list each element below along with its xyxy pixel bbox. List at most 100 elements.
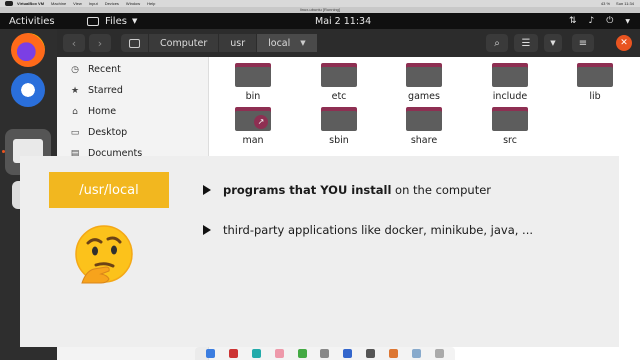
sidebar-item-label: Recent (88, 64, 121, 75)
folder-icon (235, 63, 271, 87)
folder-name: sbin (329, 135, 349, 146)
app-icon[interactable] (389, 349, 399, 358)
files-app-menu[interactable]: Files ▼ (87, 16, 137, 27)
folder-item-etc[interactable]: etc (309, 63, 369, 102)
mac-menu-machine[interactable]: Machine (51, 1, 66, 6)
folder-item-games[interactable]: games (394, 63, 454, 102)
finder-icon[interactable] (205, 349, 215, 358)
mac-menu-input[interactable]: Input (89, 1, 98, 6)
activities-button[interactable]: Activities (9, 16, 61, 27)
explanation-slide: /usr/local programs that YOU install on … (20, 156, 619, 347)
forward-button[interactable]: › (89, 34, 111, 52)
folder-name: src (503, 135, 517, 146)
screen: VirtualBox VM Machine View Input Devices… (0, 0, 640, 360)
star-icon: ★ (70, 85, 80, 96)
bullet-2: third-party applications like docker, mi… (203, 223, 533, 237)
mac-clock[interactable]: Sun 11:34 (616, 1, 634, 6)
app-icon[interactable] (228, 349, 238, 358)
folder-icon (492, 107, 528, 131)
mac-menubar: VirtualBox VM Machine View Input Devices… (0, 0, 640, 7)
folder-item-sbin[interactable]: sbin (309, 107, 369, 146)
mac-menu-view[interactable]: View (73, 1, 82, 6)
folder-item-bin[interactable]: bin (223, 63, 283, 102)
folder-icon (406, 107, 442, 131)
folder-name: games (408, 91, 440, 102)
gnome-clock[interactable]: Mai 2 11:34 (315, 16, 371, 27)
battery-indicator[interactable]: 43 % (601, 1, 610, 6)
search-icon: ⌕ (494, 37, 500, 49)
view-list-button[interactable]: ☰ (514, 34, 538, 52)
apple-icon[interactable] (5, 1, 13, 6)
path-crumb-local[interactable]: local ▼ (257, 34, 318, 52)
desktop-folder-icon: ▭ (70, 127, 80, 138)
bullet-1: programs that YOU install on the compute… (203, 183, 491, 197)
bullet-arrow-icon (203, 225, 211, 235)
close-icon: ✕ (620, 38, 628, 48)
gnome-top-bar: Activities Files ▼ Mai 2 11:34 ⇅ ♪ ⏻ ▼ (0, 13, 640, 29)
app-icon[interactable] (343, 349, 353, 358)
app-icon[interactable] (297, 349, 307, 358)
file-manager-headerbar: ‹ › Computer usr local ▼ ⌕ ☰ ▼ ≡ ✕ (57, 29, 640, 57)
mac-status-area: 43 % Sun 11:34 (601, 1, 640, 6)
system-tray[interactable]: ⇅ ♪ ⏻ ▼ (569, 16, 630, 26)
list-view-icon: ☰ (521, 37, 531, 49)
sidebar-item-starred[interactable]: ★ Starred (69, 85, 123, 96)
folder-item-share[interactable]: share (394, 107, 454, 146)
menu-button[interactable]: ≡ (572, 34, 594, 52)
trash-icon[interactable] (435, 349, 445, 358)
firefox-icon[interactable] (11, 33, 45, 67)
drive-crumb[interactable] (121, 34, 149, 52)
folder-icon (406, 63, 442, 87)
path-bar: Computer usr local ▼ (121, 34, 318, 52)
folder-name: lib (589, 91, 601, 102)
folder-icon (321, 107, 357, 131)
chevron-down-icon: ▼ (300, 39, 306, 47)
symlink-arrow-icon: ↗ (254, 115, 268, 129)
app-icon[interactable] (251, 349, 261, 358)
mac-menu-devices[interactable]: Devices (105, 1, 119, 6)
folder-item-include[interactable]: include (480, 63, 540, 102)
bullet-1-text: on the computer (391, 183, 492, 197)
sidebar-item-home[interactable]: ⌂ Home (69, 106, 116, 117)
home-icon: ⌂ (72, 106, 78, 117)
app-icon[interactable] (320, 349, 330, 358)
bullet-1-emphasis: programs that YOU install (223, 183, 392, 197)
path-crumb-local-label: local (268, 37, 291, 49)
sidebar-item-recent[interactable]: ◷ Recent (69, 64, 121, 75)
app-icon[interactable] (274, 349, 284, 358)
clock-icon: ◷ (71, 64, 79, 75)
sidebar-item-label: Starred (88, 85, 123, 96)
path-crumb-usr[interactable]: usr (219, 34, 258, 52)
folder-name: bin (245, 91, 261, 102)
folder-icon (87, 16, 99, 26)
thunderbird-icon[interactable] (11, 73, 45, 107)
back-button[interactable]: ‹ (63, 34, 85, 52)
folder-item-lib[interactable]: lib (565, 63, 625, 102)
mac-menu-window[interactable]: Window (126, 1, 140, 6)
path-crumb-computer[interactable]: Computer (149, 34, 220, 52)
close-button[interactable]: ✕ (616, 35, 632, 51)
mac-app-menu[interactable]: VirtualBox VM (17, 1, 44, 6)
folder-icon: ↗ (235, 107, 271, 131)
sidebar-item-desktop[interactable]: ▭ Desktop (69, 127, 127, 138)
view-options-button[interactable]: ▼ (544, 34, 562, 52)
folder-name: include (492, 91, 528, 102)
drive-icon (129, 38, 140, 48)
sidebar-item-label: Desktop (88, 127, 128, 138)
folder-item-man[interactable]: ↗ man (223, 107, 283, 146)
folder-name: share (410, 135, 438, 146)
folder-item-src[interactable]: src (480, 107, 540, 146)
folder-name: etc (331, 91, 347, 102)
chevron-down-icon: ▼ (625, 17, 630, 25)
mac-menu-help[interactable]: Help (147, 1, 155, 6)
files-app-label: Files (105, 15, 127, 27)
app-icon[interactable] (366, 349, 376, 358)
sidebar-item-label: Home (88, 106, 117, 117)
power-icon: ⏻ (606, 16, 614, 26)
bullet-2-text: third-party applications like docker, mi… (223, 223, 534, 237)
app-icon[interactable] (412, 349, 422, 358)
bullet-arrow-icon (203, 185, 211, 195)
search-button[interactable]: ⌕ (486, 34, 508, 52)
volume-icon: ♪ (588, 16, 595, 26)
header-buttons: ⌕ ☰ ▼ ≡ ✕ (486, 34, 632, 52)
